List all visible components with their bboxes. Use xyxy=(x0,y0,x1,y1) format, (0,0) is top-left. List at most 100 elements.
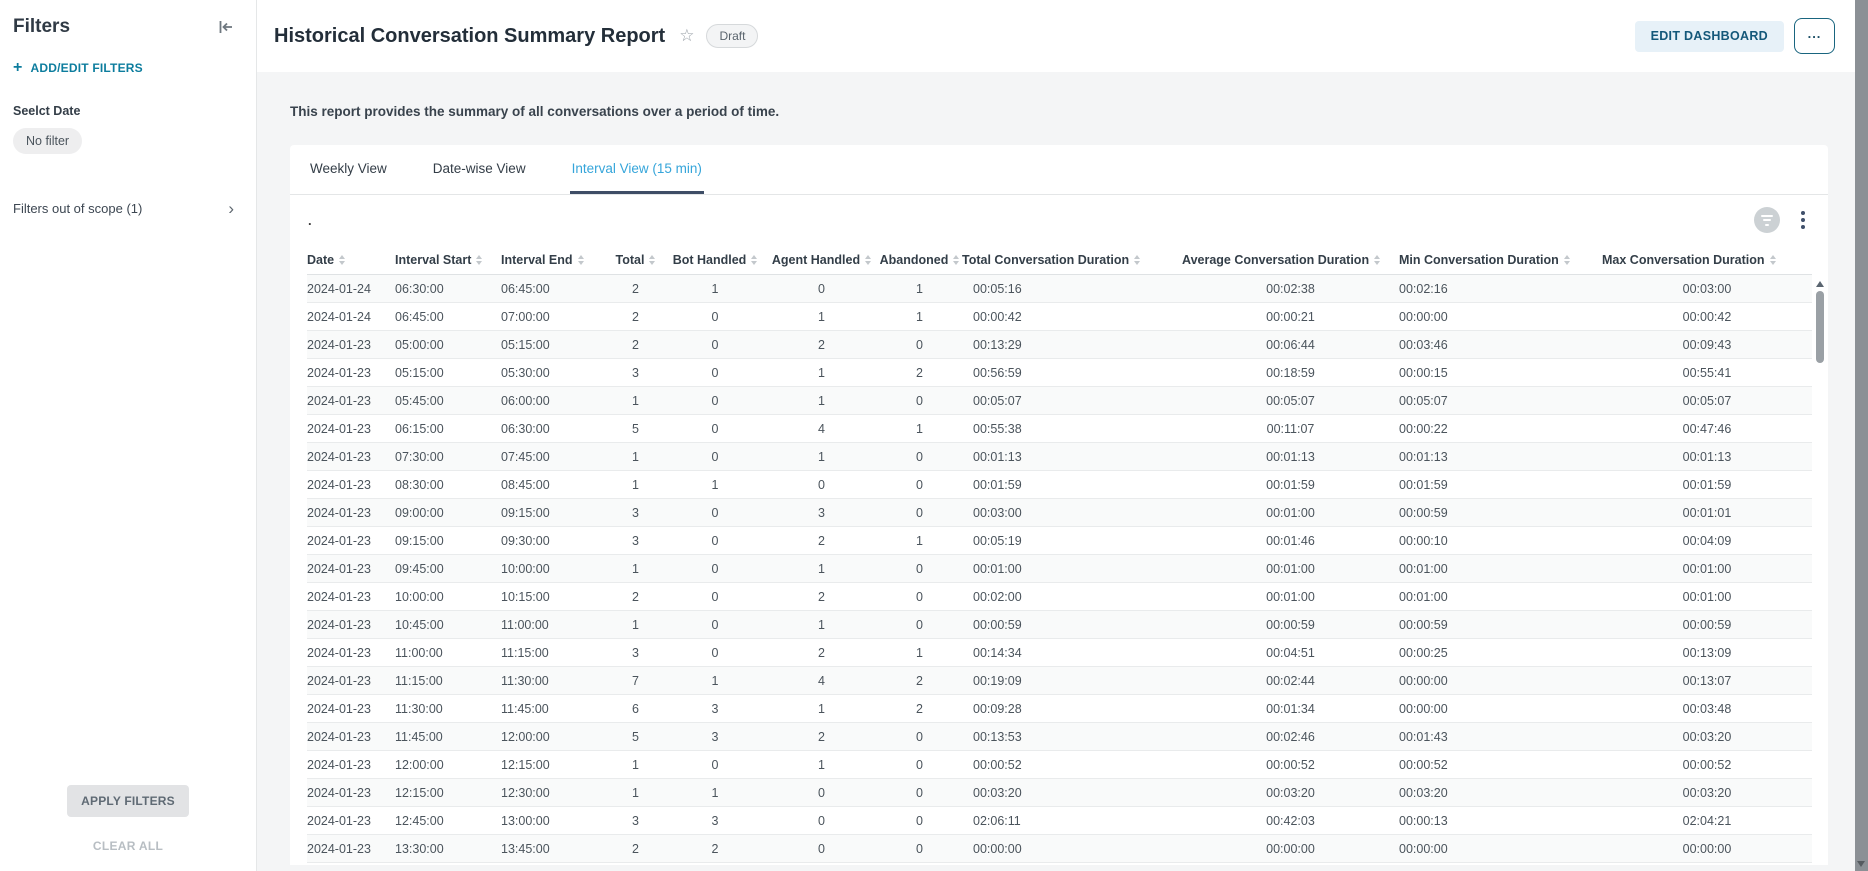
kebab-menu-icon[interactable] xyxy=(1794,211,1812,229)
table-cell: 12:15:00 xyxy=(395,786,501,800)
table-cell: 07:00:00 xyxy=(501,310,607,324)
table-cell: 3 xyxy=(607,646,664,660)
sort-icon xyxy=(339,255,345,265)
table-header-row: Date Interval StartInterval EndTotalBot H… xyxy=(307,245,1812,275)
table-toolbar: . xyxy=(290,195,1828,245)
table-cell: 6 xyxy=(607,702,664,716)
table-scrollbar-thumb[interactable] xyxy=(1816,291,1824,363)
table-cell: 1 xyxy=(766,310,877,324)
table-cell: 00:04:51 xyxy=(1182,646,1399,660)
sort-icon xyxy=(1374,255,1380,265)
table-cell: 3 xyxy=(607,534,664,548)
table-cell: 2024-01-23 xyxy=(307,646,395,660)
table-cell: 00:02:46 xyxy=(1182,730,1399,744)
table-cell: 06:30:00 xyxy=(395,282,501,296)
table-cell: 02:06:11 xyxy=(962,814,1182,828)
sort-icon xyxy=(1134,255,1140,265)
table-cell: 2 xyxy=(607,338,664,352)
column-header-label: Average Conversation Duration xyxy=(1182,253,1369,267)
column-header-abandoned[interactable]: Abandoned xyxy=(877,253,962,267)
table-cell: 2024-01-23 xyxy=(307,450,395,464)
column-header-interval-start[interactable]: Interval Start xyxy=(395,253,501,267)
table-cell: 2024-01-23 xyxy=(307,590,395,604)
table-cell: 00:00:13 xyxy=(1399,814,1602,828)
main-area: Historical Conversation Summary Report ☆… xyxy=(257,0,1855,871)
table-cell: 00:01:59 xyxy=(1602,478,1812,492)
table-cell: 10:45:00 xyxy=(395,618,501,632)
clear-all-button[interactable]: CLEAR ALL xyxy=(0,839,256,853)
edit-dashboard-button[interactable]: EDIT DASHBOARD xyxy=(1635,21,1784,52)
table-cell: 0 xyxy=(877,562,962,576)
draft-status-badge: Draft xyxy=(706,24,758,48)
table-cell: 06:45:00 xyxy=(501,282,607,296)
table-cell: 2024-01-23 xyxy=(307,674,395,688)
table-cell: 1 xyxy=(607,394,664,408)
table-cell: 12:00:00 xyxy=(395,758,501,772)
table-cell: 00:01:00 xyxy=(1182,562,1399,576)
table-cell: 1 xyxy=(766,758,877,772)
table-cell: 00:00:15 xyxy=(1399,366,1602,380)
star-icon[interactable]: ☆ xyxy=(679,26,694,46)
table-cell: 00:02:44 xyxy=(1182,674,1399,688)
table-row: 2024-01-2311:15:0011:30:00714200:19:0900… xyxy=(307,667,1812,695)
table-row: 2024-01-2310:45:0011:00:00101000:00:5900… xyxy=(307,611,1812,639)
sort-icon xyxy=(476,255,482,265)
sort-up-icon xyxy=(865,255,871,259)
column-header-bot-handled[interactable]: Bot Handled xyxy=(664,253,766,267)
table-cell: 2 xyxy=(664,842,766,856)
table-row: 2024-01-2305:00:0005:15:00202000:13:2900… xyxy=(307,331,1812,359)
plus-icon: + xyxy=(13,60,23,76)
page-scrollbar[interactable] xyxy=(1855,0,1868,871)
column-header-total-conversation-duration[interactable]: Total Conversation Duration xyxy=(962,253,1182,267)
table-cell: 0 xyxy=(664,590,766,604)
collapse-sidebar-icon[interactable] xyxy=(216,17,236,37)
table-cell: 11:00:00 xyxy=(501,618,607,632)
sort-down-icon xyxy=(1564,261,1570,265)
table-cell: 00:01:59 xyxy=(1182,478,1399,492)
column-header-agent-handled[interactable]: Agent Handled xyxy=(766,253,877,267)
sort-icon xyxy=(649,255,655,265)
table-cell: 00:00:59 xyxy=(1399,618,1602,632)
column-header-average-conversation-duration[interactable]: Average Conversation Duration xyxy=(1182,253,1399,267)
column-header-total[interactable]: Total xyxy=(607,253,664,267)
filters-out-of-scope-row[interactable]: Filters out of scope (1) › xyxy=(0,200,256,217)
table-cell: 1 xyxy=(607,478,664,492)
column-header-max-conversation-duration[interactable]: Max Conversation Duration xyxy=(1602,253,1812,267)
table-cell: 00:55:41 xyxy=(1602,366,1812,380)
no-filter-chip[interactable]: No filter xyxy=(13,128,82,154)
table-cell: 00:00:42 xyxy=(962,310,1182,324)
table-cell: 0 xyxy=(664,506,766,520)
table-row: 2024-01-2306:15:0006:30:00504100:55:3800… xyxy=(307,415,1812,443)
table-scrollbar[interactable] xyxy=(1814,279,1825,859)
scroll-up-icon[interactable] xyxy=(1816,281,1824,287)
table-cell: 00:01:00 xyxy=(962,562,1182,576)
page: Filters + ADD/EDIT FILTERS Seelct Date N… xyxy=(0,0,1868,871)
filters-title: Filters xyxy=(13,16,70,38)
table-cell: 10:15:00 xyxy=(501,590,607,604)
apply-filters-button[interactable]: APPLY FILTERS xyxy=(67,785,189,817)
tab-date-wise-view[interactable]: Date-wise View xyxy=(431,145,528,194)
add-edit-filters-button[interactable]: + ADD/EDIT FILTERS xyxy=(0,38,256,76)
column-header-label: Date xyxy=(307,253,334,267)
table-cell: 11:15:00 xyxy=(395,674,501,688)
table-cell: 2 xyxy=(607,590,664,604)
column-header-min-conversation-duration[interactable]: Min Conversation Duration xyxy=(1399,253,1602,267)
scroll-down-icon[interactable] xyxy=(1857,861,1865,867)
table-row: 2024-01-2311:30:0011:45:00631200:09:2800… xyxy=(307,695,1812,723)
table-cell: 0 xyxy=(664,534,766,548)
table-cell: 09:15:00 xyxy=(395,534,501,548)
column-header-interval-end[interactable]: Interval End xyxy=(501,253,607,267)
tab-weekly-view[interactable]: Weekly View xyxy=(308,145,389,194)
tab-interval-view-15-min[interactable]: Interval View (15 min) xyxy=(570,145,704,194)
table-cell: 00:13:29 xyxy=(962,338,1182,352)
more-options-button[interactable]: ... xyxy=(1794,18,1835,54)
table-cell: 00:03:20 xyxy=(1602,730,1812,744)
column-header-date[interactable]: Date xyxy=(307,253,395,267)
table-cell: 2024-01-23 xyxy=(307,730,395,744)
filter-icon[interactable] xyxy=(1754,207,1780,233)
sort-down-icon xyxy=(1374,261,1380,265)
table-cell: 00:13:09 xyxy=(1602,646,1812,660)
table-cell: 3 xyxy=(607,814,664,828)
sort-down-icon xyxy=(953,261,959,265)
table-cell: 5 xyxy=(607,730,664,744)
